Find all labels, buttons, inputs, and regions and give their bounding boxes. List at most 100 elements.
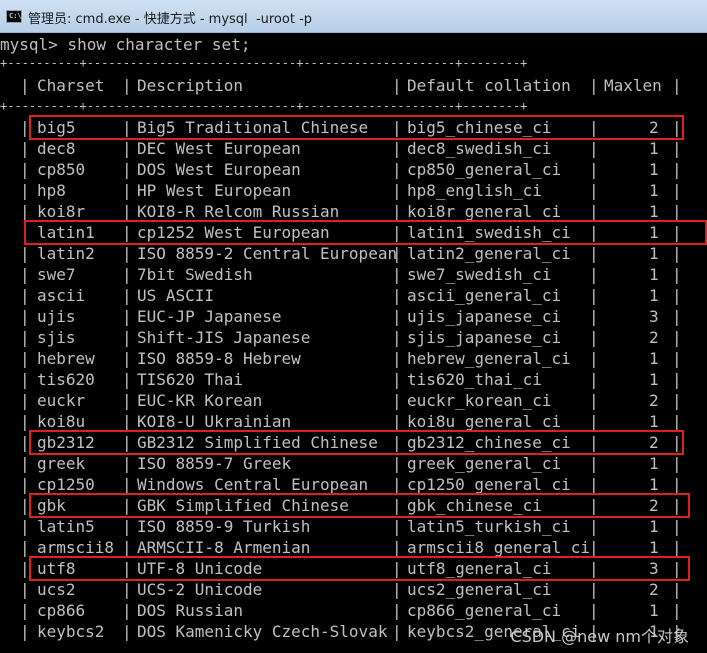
cell-charset: ucs2 bbox=[37, 580, 76, 599]
column-separator: | bbox=[589, 391, 599, 410]
column-separator: | bbox=[20, 454, 30, 473]
column-separator: | bbox=[392, 622, 402, 641]
column-separator: | bbox=[392, 580, 402, 599]
cell-maxlen: 1 bbox=[649, 412, 659, 431]
column-separator: | bbox=[392, 370, 402, 389]
cell-maxlen: 1 bbox=[649, 370, 659, 389]
column-separator: | bbox=[20, 118, 30, 137]
column-separator: | bbox=[20, 202, 30, 221]
column-separator: | bbox=[20, 391, 30, 410]
column-separator: | bbox=[20, 76, 30, 95]
title-bar[interactable]: C:\ 管理员: cmd.exe - 快捷方式 - mysql -uroot -… bbox=[0, 0, 707, 33]
header-charset: Charset bbox=[37, 76, 105, 95]
column-separator: | bbox=[392, 601, 402, 620]
cell-collation: armscii8_general_ci bbox=[407, 538, 591, 557]
column-separator: | bbox=[122, 286, 132, 305]
cell-charset: hp8 bbox=[37, 181, 66, 200]
column-separator: | bbox=[589, 580, 599, 599]
cell-description: KOI8-U Ukrainian bbox=[137, 412, 292, 431]
column-separator: | bbox=[122, 538, 132, 557]
header-collation: Default collation bbox=[407, 76, 571, 95]
cell-maxlen: 1 bbox=[649, 601, 659, 620]
column-separator: | bbox=[672, 454, 682, 473]
column-separator: | bbox=[122, 622, 132, 641]
column-separator: | bbox=[589, 454, 599, 473]
cell-collation: cp850_general_ci bbox=[407, 160, 562, 179]
column-separator: | bbox=[392, 391, 402, 410]
column-separator: | bbox=[122, 559, 132, 578]
column-separator: | bbox=[20, 433, 30, 452]
column-separator: | bbox=[392, 307, 402, 326]
cell-maxlen: 2 bbox=[649, 118, 659, 137]
column-separator: | bbox=[672, 202, 682, 221]
cell-description: US ASCII bbox=[137, 286, 215, 305]
cell-description: 7bit Swedish bbox=[137, 265, 253, 284]
cell-collation: euckr_korean_ci bbox=[407, 391, 552, 410]
cell-collation: latin5_turkish_ci bbox=[407, 517, 571, 536]
column-separator: | bbox=[589, 496, 599, 515]
cell-description: ARMSCII-8 Armenian bbox=[137, 538, 311, 557]
cell-description: DOS Kamenicky Czech-Slovak bbox=[137, 622, 388, 641]
column-separator: | bbox=[589, 265, 599, 284]
cell-description: GBK Simplified Chinese bbox=[137, 496, 349, 515]
column-separator: | bbox=[20, 559, 30, 578]
cell-charset: ascii bbox=[37, 286, 86, 305]
column-separator: | bbox=[122, 601, 132, 620]
column-separator: | bbox=[122, 580, 132, 599]
cell-charset: sjis bbox=[37, 328, 76, 347]
cell-description: DEC West European bbox=[137, 139, 301, 158]
cell-charset: latin2 bbox=[37, 244, 95, 263]
cell-maxlen: 1 bbox=[649, 475, 659, 494]
cell-collation: sjis_japanese_ci bbox=[407, 328, 562, 347]
cell-collation: ascii_general_ci bbox=[407, 286, 562, 305]
cell-maxlen: 1 bbox=[649, 265, 659, 284]
column-separator: | bbox=[20, 601, 30, 620]
column-separator: | bbox=[122, 496, 132, 515]
column-separator: | bbox=[122, 118, 132, 137]
table-row: | | | | | hp8 HP West European hp8_english_ci 1 bbox=[0, 180, 707, 201]
table-row: | | | | | sjis Shift-JIS Japanese sjis_japanese… bbox=[0, 327, 707, 348]
column-separator: | bbox=[20, 265, 30, 284]
column-separator: | bbox=[392, 286, 402, 305]
cell-collation: utf8_general_ci bbox=[407, 559, 552, 578]
column-separator: | bbox=[122, 181, 132, 200]
column-separator: | bbox=[672, 601, 682, 620]
column-separator: | bbox=[122, 370, 132, 389]
console-output[interactable]: mysql> show character set; +----------+-… bbox=[0, 34, 707, 653]
cell-description: Big5 Traditional Chinese bbox=[137, 118, 369, 137]
column-separator: | bbox=[589, 517, 599, 536]
column-separator: | bbox=[392, 475, 402, 494]
window-title: 管理员: cmd.exe - 快捷方式 - mysql -uroot -p bbox=[28, 12, 313, 27]
column-separator: | bbox=[672, 328, 682, 347]
cell-description: UTF-8 Unicode bbox=[137, 559, 263, 578]
column-separator: | bbox=[589, 286, 599, 305]
table-row: | | | | | armscii8 ARMSCII-8 Armenian armscii8_… bbox=[0, 537, 707, 558]
cell-collation: dec8_swedish_ci bbox=[407, 139, 552, 158]
column-separator: | bbox=[589, 139, 599, 158]
cell-description: Shift-JIS Japanese bbox=[137, 328, 311, 347]
command-line: mysql> show character set; bbox=[0, 35, 251, 54]
cell-collation: gb2312_chinese_ci bbox=[407, 433, 571, 452]
column-separator: | bbox=[122, 307, 132, 326]
column-separator: | bbox=[20, 160, 30, 179]
cell-charset: armscii8 bbox=[37, 538, 115, 557]
column-separator: | bbox=[122, 160, 132, 179]
column-separator: | bbox=[20, 286, 30, 305]
table-row: | | | | | greek ISO 8859-7 Greek greek_general_… bbox=[0, 453, 707, 474]
cell-maxlen: 2 bbox=[649, 433, 659, 452]
column-separator: | bbox=[122, 433, 132, 452]
column-separator: | bbox=[672, 76, 682, 95]
cell-description: DOS Russian bbox=[137, 601, 243, 620]
table-row: | | | | | koi8u KOI8-U Ukrainian koi8u_general_… bbox=[0, 411, 707, 432]
column-separator: | bbox=[672, 181, 682, 200]
column-separator: | bbox=[122, 391, 132, 410]
table-row: | | | | | cp850 DOS West European cp850_general… bbox=[0, 159, 707, 180]
column-separator: | bbox=[392, 139, 402, 158]
cell-description: EUC-KR Korean bbox=[137, 391, 263, 410]
cell-description: EUC-JP Japanese bbox=[137, 307, 282, 326]
column-separator: | bbox=[392, 349, 402, 368]
column-separator: | bbox=[122, 328, 132, 347]
table-row: | | | | | latin5 ISO 8859-9 Turkish latin5_turk… bbox=[0, 516, 707, 537]
table-row: | | | | | euckr EUC-KR Korean euckr_korean_ci 2 bbox=[0, 390, 707, 411]
column-separator: | bbox=[122, 139, 132, 158]
